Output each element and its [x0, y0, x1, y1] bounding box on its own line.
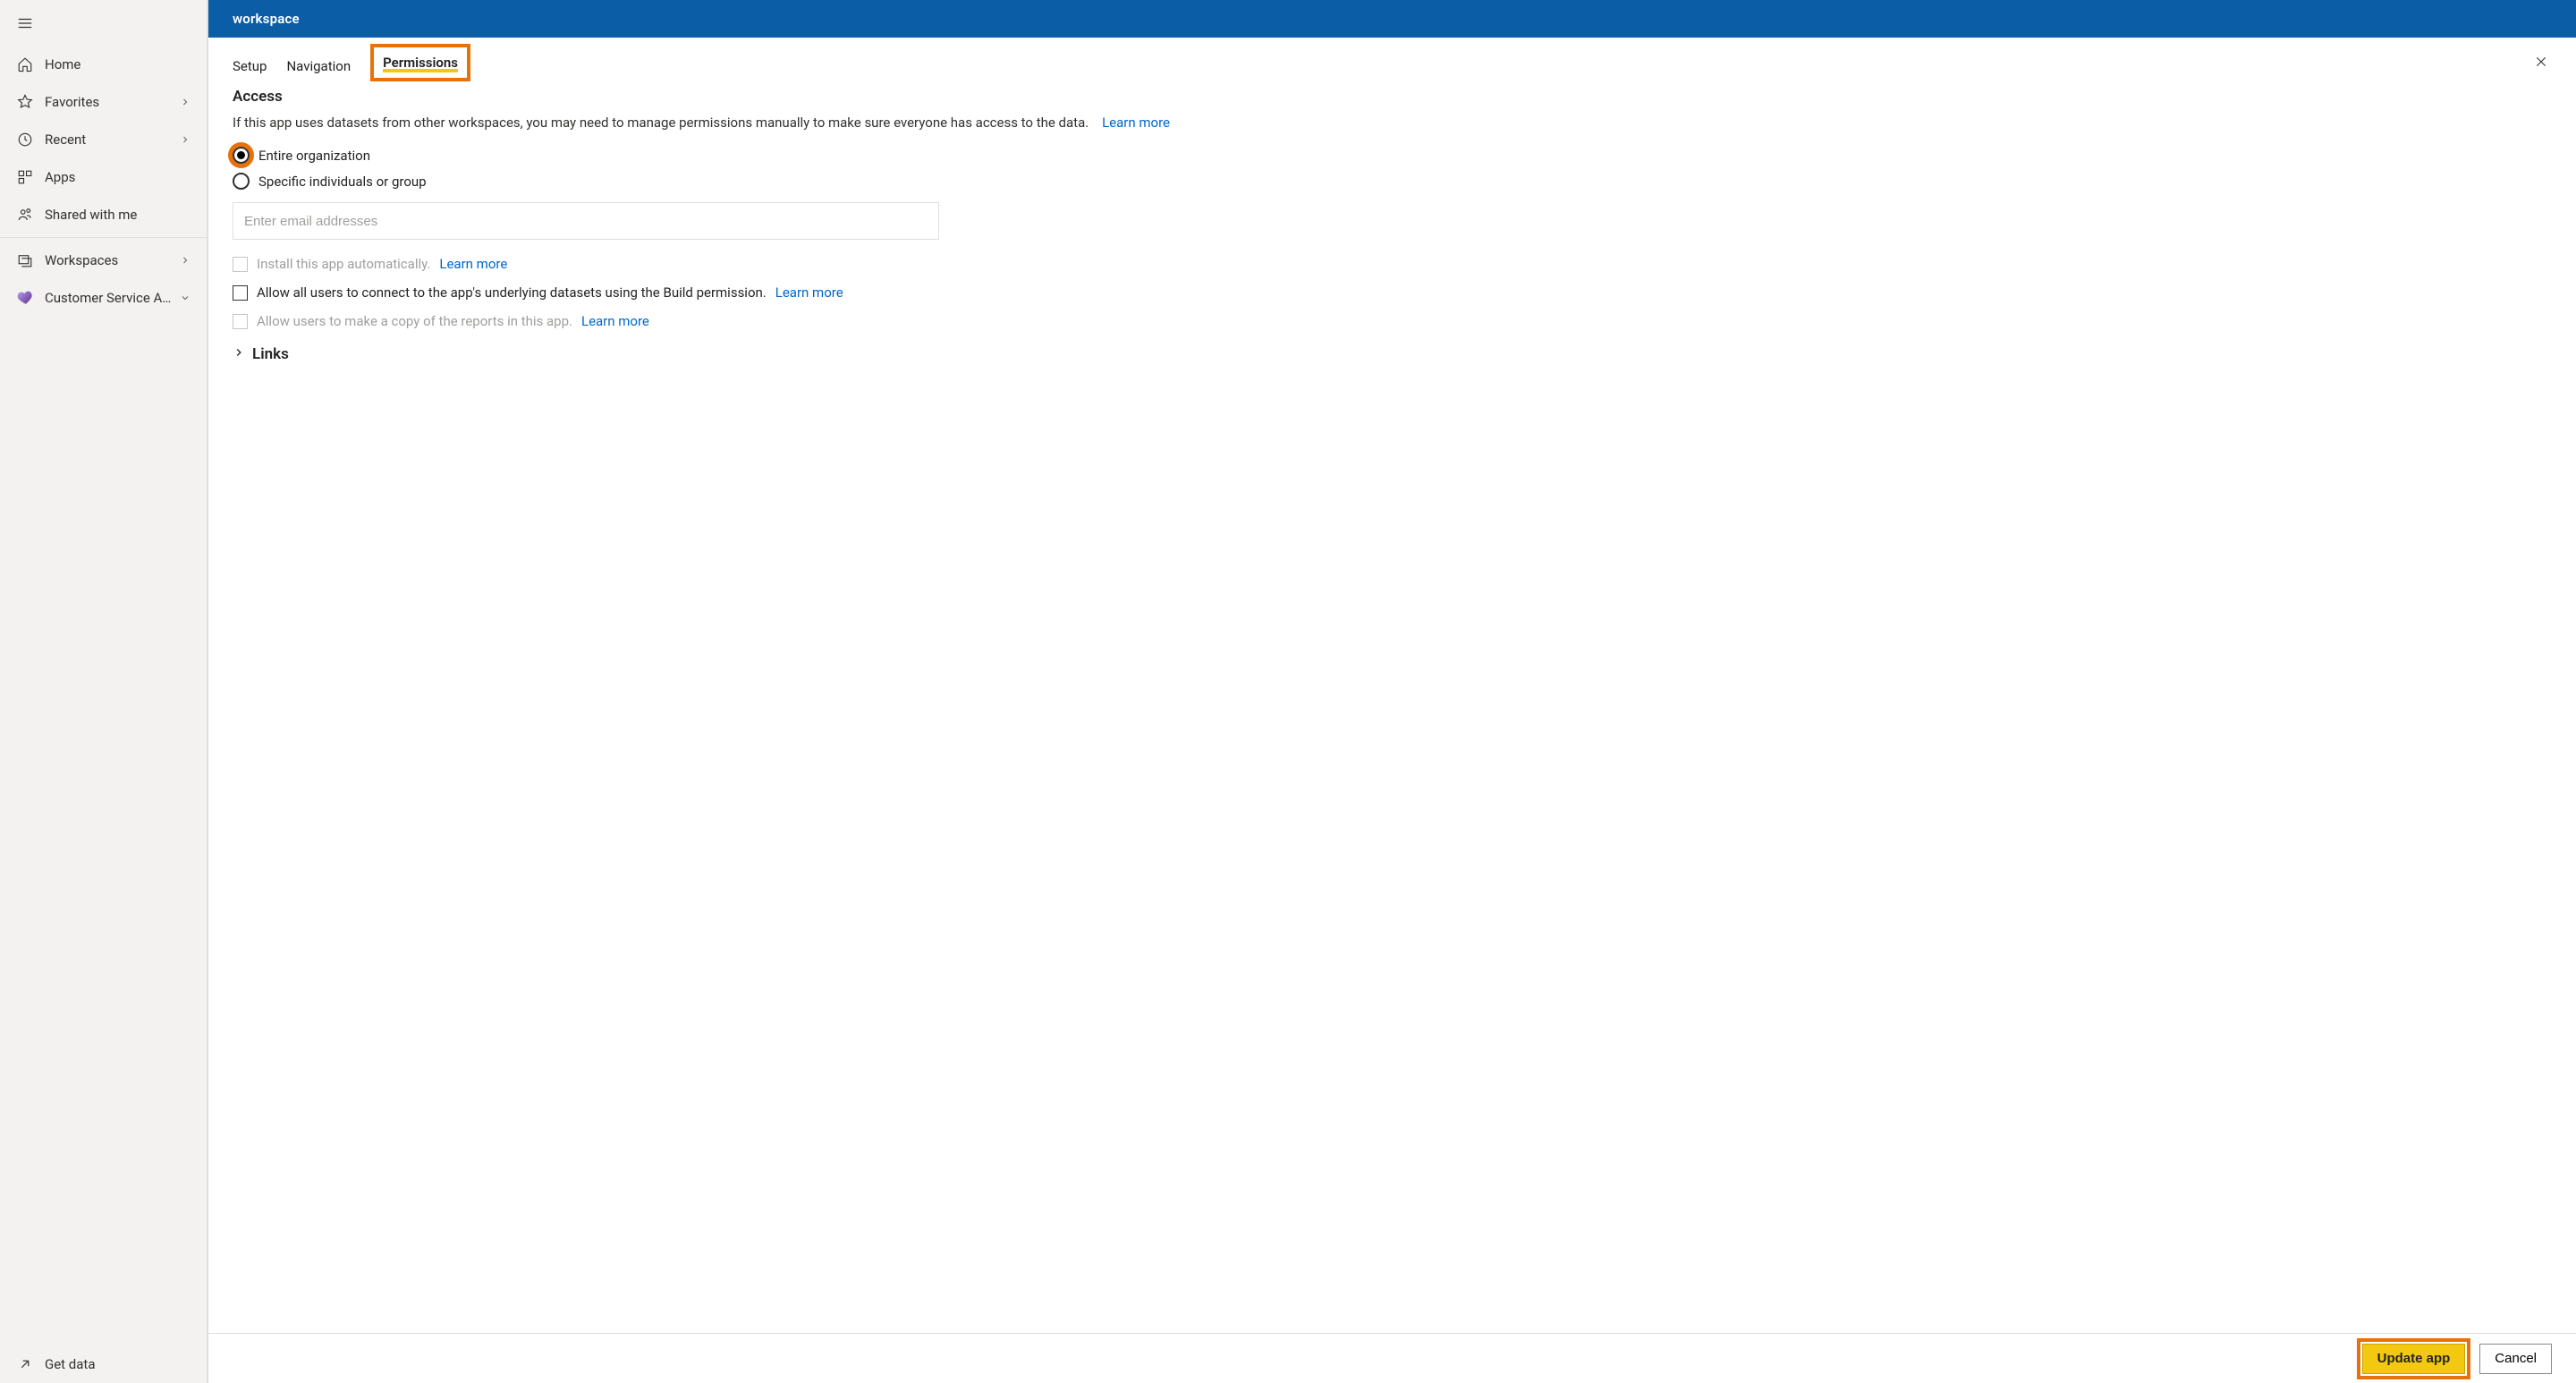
checkbox-install-automatically[interactable]: [233, 257, 248, 272]
sidebar: Home Favorites Recent: [0, 0, 208, 1383]
sidebar-item-label: Apps: [45, 169, 192, 185]
sidebar-item-apps[interactable]: Apps: [0, 158, 207, 196]
tab-setup[interactable]: Setup: [233, 46, 267, 80]
sidebar-item-home[interactable]: Home: [0, 46, 207, 83]
links-section-toggle[interactable]: Links: [233, 345, 2552, 363]
sidebar-item-workspaces[interactable]: Workspaces: [0, 242, 207, 279]
sidebar-item-label: Home: [45, 56, 192, 72]
access-description: If this app uses datasets from other wor…: [233, 115, 2552, 131]
email-addresses-input[interactable]: [233, 202, 939, 240]
access-radio-group: Entire organization Specific individuals…: [233, 147, 2552, 190]
radio-dot-icon: [237, 151, 245, 159]
radio-specific-label: Specific individuals or group: [258, 174, 427, 190]
build-learn-more-link[interactable]: Learn more: [775, 284, 843, 301]
tabs: Setup Navigation Permissions: [208, 38, 2576, 88]
close-icon: [2534, 55, 2548, 72]
sidebar-item-label: Customer Service A…: [45, 290, 178, 306]
tab-navigation[interactable]: Navigation: [286, 46, 351, 80]
permissions-panel: Access If this app uses datasets from ot…: [208, 88, 2576, 1333]
sidebar-item-get-data[interactable]: Get data: [0, 1345, 207, 1383]
chevron-right-icon: [178, 95, 192, 109]
main: workspace Setup Navigation Permissions A…: [208, 0, 2576, 1383]
sidebar-item-recent[interactable]: Recent: [0, 121, 207, 158]
sidebar-item-favorites[interactable]: Favorites: [0, 83, 207, 121]
checkbox-build-label: Allow all users to connect to the app's …: [257, 284, 767, 301]
cancel-button[interactable]: Cancel: [2479, 1344, 2552, 1374]
footer: Update app Cancel: [208, 1333, 2576, 1383]
star-icon: [16, 93, 34, 111]
access-learn-more-link[interactable]: Learn more: [1102, 115, 1170, 131]
hamburger-menu-button[interactable]: [13, 12, 38, 37]
sidebar-item-label: Workspaces: [45, 252, 178, 268]
heart-icon: [16, 289, 34, 307]
shared-icon: [16, 206, 34, 224]
sidebar-nav-list: Home Favorites Recent: [0, 46, 207, 233]
close-button[interactable]: [2530, 52, 2552, 73]
get-data-icon: [16, 1355, 34, 1373]
tab-permissions[interactable]: Permissions: [370, 44, 470, 81]
hamburger-icon: [17, 15, 33, 34]
update-app-highlight: Update app: [2357, 1338, 2471, 1379]
checkbox-copy-label: Allow users to make a copy of the report…: [257, 313, 572, 329]
chevron-right-icon: [233, 346, 245, 362]
radio-entire-org[interactable]: [233, 147, 250, 164]
checkbox-copy-reports[interactable]: [233, 314, 248, 329]
sidebar-item-shared[interactable]: Shared with me: [0, 196, 207, 233]
clock-icon: [16, 131, 34, 148]
chevron-right-icon: [178, 253, 192, 267]
links-title: Links: [252, 345, 289, 363]
chevron-down-icon: [178, 291, 192, 305]
sidebar-item-label: Recent: [45, 132, 178, 148]
divider: [0, 237, 207, 238]
radio-entire-org-label: Entire organization: [258, 148, 370, 164]
install-learn-more-link[interactable]: Learn more: [439, 256, 507, 272]
sidebar-item-label: Favorites: [45, 94, 178, 110]
checkbox-install-label: Install this app automatically.: [257, 256, 430, 272]
titlebar: workspace: [208, 0, 2576, 38]
sidebar-item-label: Get data: [45, 1356, 192, 1372]
update-app-button[interactable]: Update app: [2362, 1344, 2466, 1374]
access-title: Access: [233, 88, 2552, 106]
sidebar-item-workspace-customer-service[interactable]: Customer Service A…: [0, 279, 207, 317]
checkbox-build-permission[interactable]: [233, 285, 248, 301]
chevron-right-icon: [178, 132, 192, 147]
home-icon: [16, 55, 34, 73]
radio-specific[interactable]: [233, 173, 250, 190]
page-title: workspace: [233, 11, 300, 27]
copy-learn-more-link[interactable]: Learn more: [581, 313, 649, 329]
workspaces-icon: [16, 251, 34, 269]
sidebar-item-label: Shared with me: [45, 207, 192, 223]
apps-icon: [16, 168, 34, 186]
